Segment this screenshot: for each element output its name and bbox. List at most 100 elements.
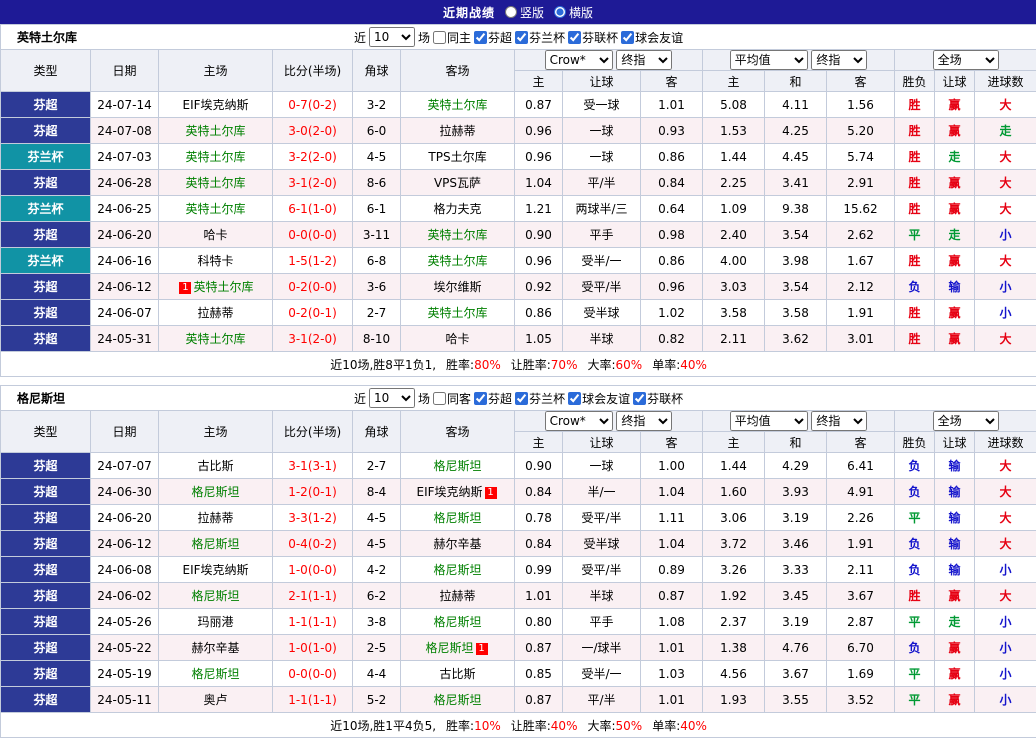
league-filter-0[interactable]: 芬超 (474, 29, 512, 46)
league-filter-1[interactable]: 芬兰杯 (515, 29, 565, 46)
home-team-cell[interactable]: 古比斯 (159, 453, 273, 479)
score-cell[interactable]: 3-1(2-0) (273, 326, 353, 352)
euro-odds-source-select[interactable]: 平均值 (730, 50, 808, 70)
score-cell[interactable]: 3-1(3-1) (273, 453, 353, 479)
score-cell[interactable]: 0-7(0-2) (273, 92, 353, 118)
odds-company-select[interactable]: Crow* (545, 411, 613, 431)
league-filter-0[interactable]: 芬超 (474, 390, 512, 407)
league-checkbox[interactable] (474, 31, 487, 44)
league-filter-1[interactable]: 芬兰杯 (515, 390, 565, 407)
venue-filter[interactable]: 同客 (433, 390, 471, 407)
away-team-cell[interactable]: VPS瓦萨 (401, 170, 515, 196)
home-team-cell[interactable]: 英特土尔库 (159, 170, 273, 196)
score-cell[interactable]: 0-2(0-1) (273, 300, 353, 326)
home-team-cell[interactable]: 哈卡 (159, 222, 273, 248)
score-cell[interactable]: 3-0(2-0) (273, 118, 353, 144)
league-checkbox[interactable] (621, 31, 634, 44)
score-cell[interactable]: 1-1(1-1) (273, 687, 353, 713)
score-cell[interactable]: 1-1(1-1) (273, 609, 353, 635)
away-team-cell[interactable]: 格尼斯坦 (401, 453, 515, 479)
euro-odds-time-select[interactable]: 终指 (811, 50, 867, 70)
home-team-cell[interactable]: EIF埃克纳斯 (159, 92, 273, 118)
away-team-cell[interactable]: 格尼斯坦1 (401, 635, 515, 661)
score-cell[interactable]: 3-1(2-0) (273, 170, 353, 196)
score-cell[interactable]: 0-2(0-0) (273, 274, 353, 300)
away-team-cell[interactable]: 拉赫蒂 (401, 118, 515, 144)
away-team-cell[interactable]: 格尼斯坦 (401, 557, 515, 583)
home-team-cell[interactable]: 英特土尔库 (159, 118, 273, 144)
league-checkbox[interactable] (633, 392, 646, 405)
score-cell[interactable]: 1-5(1-2) (273, 248, 353, 274)
away-team-cell[interactable]: 英特土尔库 (401, 222, 515, 248)
home-team-cell[interactable]: 奥卢 (159, 687, 273, 713)
away-team-cell[interactable]: 拉赫蒂 (401, 583, 515, 609)
home-team-cell[interactable]: 科特卡 (159, 248, 273, 274)
home-team-cell[interactable]: 赫尔辛基 (159, 635, 273, 661)
league-checkbox[interactable] (568, 392, 581, 405)
home-team-cell[interactable]: 英特土尔库 (159, 144, 273, 170)
recent-count-select[interactable]: 10 (369, 27, 415, 47)
asian-odds-time-select[interactable]: 终指 (616, 50, 672, 70)
home-team-cell[interactable]: 1英特土尔库 (159, 274, 273, 300)
recent-count-select[interactable]: 10 (369, 388, 415, 408)
score-cell[interactable]: 2-1(1-1) (273, 583, 353, 609)
league-checkbox[interactable] (568, 31, 581, 44)
away-team-cell[interactable]: TPS土尔库 (401, 144, 515, 170)
home-team-cell[interactable]: 拉赫蒂 (159, 505, 273, 531)
away-team-cell[interactable]: 古比斯 (401, 661, 515, 687)
away-team-cell[interactable]: 英特土尔库 (401, 300, 515, 326)
venue-filter[interactable]: 同主 (433, 29, 471, 46)
away-team-cell[interactable]: 格尼斯坦 (401, 609, 515, 635)
layout-option-vertical[interactable]: 竖版 (505, 4, 544, 21)
score-cell[interactable]: 0-0(0-0) (273, 222, 353, 248)
away-team-cell[interactable]: 英特土尔库 (401, 92, 515, 118)
league-filter-2[interactable]: 芬联杯 (568, 29, 618, 46)
horizontal-radio[interactable] (554, 6, 566, 18)
score-cell[interactable]: 0-4(0-2) (273, 531, 353, 557)
home-team-cell[interactable]: 英特土尔库 (159, 326, 273, 352)
league-checkbox[interactable] (515, 392, 528, 405)
euro-odds-source-select[interactable]: 平均值 (730, 411, 808, 431)
score-cell[interactable]: 3-3(1-2) (273, 505, 353, 531)
ah-away-odds-cell: 0.64 (641, 196, 703, 222)
away-team-cell[interactable]: 赫尔辛基 (401, 531, 515, 557)
summary-stat: 胜率:80% (446, 358, 501, 372)
home-team-cell[interactable]: 拉赫蒂 (159, 300, 273, 326)
score-cell[interactable]: 6-1(1-0) (273, 196, 353, 222)
odds-company-select[interactable]: Crow* (545, 50, 613, 70)
home-team-cell[interactable]: 格尼斯坦 (159, 661, 273, 687)
away-team-cell[interactable]: 埃尔维斯 (401, 274, 515, 300)
home-team-cell[interactable]: 格尼斯坦 (159, 479, 273, 505)
league-filter-2[interactable]: 球会友谊 (568, 390, 630, 407)
away-team-cell[interactable]: EIF埃克纳斯1 (401, 479, 515, 505)
away-team-cell[interactable]: 格力夫克 (401, 196, 515, 222)
home-team-cell[interactable]: 格尼斯坦 (159, 531, 273, 557)
score-cell[interactable]: 3-2(2-0) (273, 144, 353, 170)
home-team-cell[interactable]: 英特土尔库 (159, 196, 273, 222)
euro-odds-time-select[interactable]: 终指 (811, 411, 867, 431)
score-cell[interactable]: 1-2(0-1) (273, 479, 353, 505)
away-team-cell[interactable]: 哈卡 (401, 326, 515, 352)
home-team-cell[interactable]: 格尼斯坦 (159, 583, 273, 609)
venue-checkbox[interactable] (433, 31, 446, 44)
score-cell[interactable]: 0-0(0-0) (273, 661, 353, 687)
layout-option-horizontal[interactable]: 横版 (554, 4, 593, 21)
away-team-cell[interactable]: 格尼斯坦 (401, 505, 515, 531)
league-checkbox[interactable] (474, 392, 487, 405)
home-team-cell[interactable]: EIF埃克纳斯 (159, 557, 273, 583)
league-filter-3[interactable]: 芬联杯 (633, 390, 683, 407)
league-checkbox[interactable] (515, 31, 528, 44)
team-name[interactable]: 格尼斯坦 (17, 390, 65, 407)
scope-select[interactable]: 全场 (933, 411, 999, 431)
away-team-cell[interactable]: 英特土尔库 (401, 248, 515, 274)
home-team-cell[interactable]: 玛丽港 (159, 609, 273, 635)
away-team-cell[interactable]: 格尼斯坦 (401, 687, 515, 713)
league-filter-3[interactable]: 球会友谊 (621, 29, 683, 46)
score-cell[interactable]: 1-0(1-0) (273, 635, 353, 661)
vertical-radio[interactable] (505, 6, 517, 18)
score-cell[interactable]: 1-0(0-0) (273, 557, 353, 583)
asian-odds-time-select[interactable]: 终指 (616, 411, 672, 431)
team-name[interactable]: 英特土尔库 (17, 29, 77, 46)
venue-checkbox[interactable] (433, 392, 446, 405)
scope-select[interactable]: 全场 (933, 50, 999, 70)
